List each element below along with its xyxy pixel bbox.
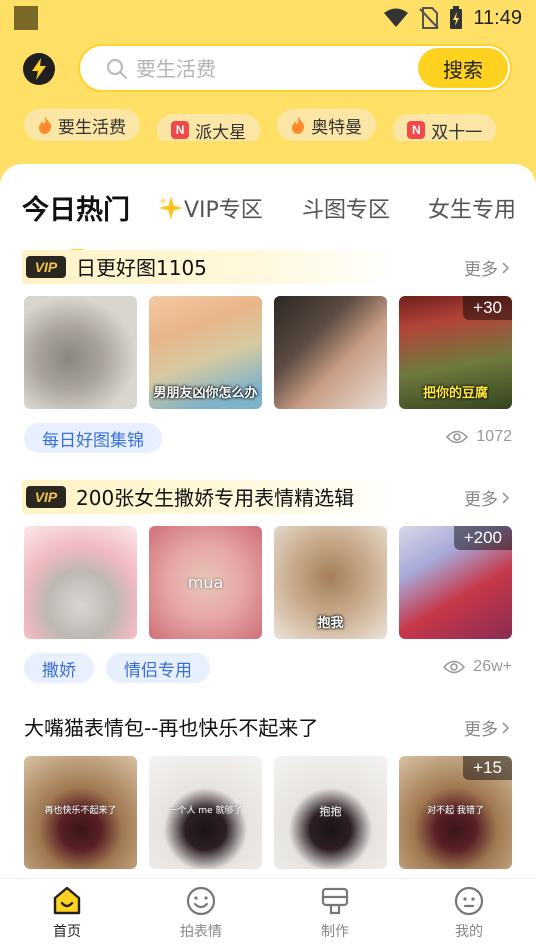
thumb-grid: mua 抱我 +200 xyxy=(24,526,512,640)
thumb-caption: 抱我 xyxy=(317,616,344,631)
meme-thumb[interactable]: +200 xyxy=(399,526,512,639)
tab-today-hot[interactable]: 今日热门 xyxy=(22,188,130,227)
hot-search-chips: 要生活费 N 派大星 奥特曼 N 双十一 xyxy=(24,109,536,141)
search-input[interactable] xyxy=(136,54,406,84)
tag-row: 每日好图集锦 xyxy=(24,423,162,453)
battery-icon xyxy=(450,6,463,29)
tag-row: 撒娇 情侣专用 xyxy=(24,653,210,683)
status-bar: 11:49 xyxy=(0,0,536,36)
thumb-caption: 把你的豆腐 xyxy=(422,386,488,401)
n-badge-icon: N xyxy=(171,121,190,139)
chip-label: 双十一 xyxy=(431,122,483,142)
nav-label: 制作 xyxy=(321,924,349,940)
view-count-value: 26w+ xyxy=(473,658,512,675)
tab-meme-battle[interactable]: 斗图专区 xyxy=(302,192,390,224)
eye-icon xyxy=(443,660,466,674)
more-label: 更多 xyxy=(464,720,498,740)
sparkle-icon xyxy=(159,196,183,220)
bottom-nav: 首页 拍表情 制作 我的 xyxy=(0,878,536,952)
make-icon xyxy=(321,887,349,915)
meme-thumb[interactable] xyxy=(24,296,137,409)
nav-home[interactable]: 首页 xyxy=(0,879,134,952)
chevron-right-icon xyxy=(502,261,510,274)
eye-icon xyxy=(446,430,469,444)
pack-section[interactable]: 大嘴猫表情包--再也快乐不起来了 更多 再也快乐不起来了 一个人 me 就够了 … xyxy=(0,710,536,869)
chip-hot-search[interactable]: 要生活费 xyxy=(24,109,140,141)
vip-badge: VIP xyxy=(26,486,66,508)
view-count-value: 1072 xyxy=(476,428,512,445)
flame-icon xyxy=(38,116,52,134)
more-count-badge: +200 xyxy=(453,526,512,550)
tag-chip[interactable]: 每日好图集锦 xyxy=(24,423,162,453)
thumb-caption: 一个人 me 就够了 xyxy=(168,806,243,817)
section-title: 大嘴猫表情包--再也快乐不起来了 xyxy=(24,716,319,740)
more-label: 更多 xyxy=(464,260,498,280)
chip-hot-search[interactable]: N 派大星 xyxy=(157,114,261,142)
chip-hot-search[interactable]: N 双十一 xyxy=(393,114,497,142)
n-badge-icon: N xyxy=(407,121,426,139)
more-count-badge: +30 xyxy=(463,296,512,320)
tab-label: VIP专区 xyxy=(184,198,263,223)
nav-label: 首页 xyxy=(53,924,81,940)
view-count: 1072 xyxy=(446,428,512,446)
view-count: 26w+ xyxy=(443,658,512,676)
meme-thumb[interactable]: 一个人 me 就够了 xyxy=(149,756,262,869)
meme-thumb[interactable]: +30 把你的豆腐 xyxy=(399,296,512,409)
nav-profile[interactable]: 我的 xyxy=(402,879,536,952)
more-label: 更多 xyxy=(464,490,498,510)
content-panel: 今日热门 VIP专区 斗图专区 女生专用 VIP 日更好图1105 更多 男朋友… xyxy=(0,164,536,952)
thumb-grid: 再也快乐不起来了 一个人 me 就够了 抱抱 +15 对不起 我错了 xyxy=(24,756,512,870)
thumb-caption: 男朋友凶你怎么办 xyxy=(153,386,258,401)
pack-section[interactable]: VIP 200张女生撒娇专用表情精选辑 更多 mua 抱我 +200 撒娇 情侣… xyxy=(0,480,536,683)
thumb-caption: 再也快乐不起来了 xyxy=(44,806,117,817)
section-title: 200张女生撒娇专用表情精选辑 xyxy=(76,486,355,510)
no-sim-icon xyxy=(419,7,440,29)
more-link[interactable]: 更多 xyxy=(464,255,510,280)
more-count-badge: +15 xyxy=(463,756,512,780)
nav-make[interactable]: 制作 xyxy=(268,879,402,952)
chip-label: 奥特曼 xyxy=(311,117,363,138)
section-title: 日更好图1105 xyxy=(76,256,207,280)
meme-thumb[interactable]: 男朋友凶你怎么办 xyxy=(149,296,262,409)
nav-shoot-meme[interactable]: 拍表情 xyxy=(134,879,268,952)
clock: 11:49 xyxy=(473,6,522,29)
thumb-caption: mua xyxy=(187,573,224,593)
chevron-right-icon xyxy=(502,491,510,504)
notification-icon xyxy=(14,6,38,30)
tab-girls[interactable]: 女生专用 xyxy=(428,192,516,224)
meme-thumb[interactable]: 抱抱 xyxy=(274,756,387,869)
vip-badge: VIP xyxy=(26,256,66,278)
tab-vip[interactable]: VIP专区 xyxy=(158,192,263,224)
nav-label: 我的 xyxy=(455,924,483,940)
meme-thumb[interactable] xyxy=(274,296,387,409)
search-icon xyxy=(106,58,128,80)
profile-icon xyxy=(454,886,484,916)
chip-label: 派大星 xyxy=(195,122,247,142)
chip-hot-search[interactable]: 奥特曼 xyxy=(277,109,377,141)
search-button[interactable]: 搜索 xyxy=(418,48,508,88)
more-link[interactable]: 更多 xyxy=(464,485,510,510)
tag-chip[interactable]: 情侣专用 xyxy=(106,653,210,683)
meme-thumb[interactable]: +15 对不起 我错了 xyxy=(399,756,512,869)
chevron-right-icon xyxy=(502,721,510,734)
meme-thumb[interactable] xyxy=(24,526,137,639)
thumb-grid: 男朋友凶你怎么办 +30 把你的豆腐 xyxy=(24,296,512,410)
flame-icon xyxy=(291,116,305,134)
meme-thumb[interactable]: 再也快乐不起来了 xyxy=(24,756,137,869)
home-icon xyxy=(53,886,81,915)
meme-thumb[interactable]: 抱我 xyxy=(274,526,387,639)
category-tabs: 今日热门 VIP专区 斗图专区 女生专用 xyxy=(0,186,536,254)
chip-label: 要生活费 xyxy=(58,117,126,138)
meme-thumb[interactable]: mua xyxy=(149,526,262,639)
more-link[interactable]: 更多 xyxy=(464,715,510,740)
search-bar[interactable]: 搜索 xyxy=(78,44,512,92)
flash-logo-icon[interactable] xyxy=(23,53,55,85)
thumb-caption: 抱抱 xyxy=(319,805,342,819)
thumb-caption: 对不起 我错了 xyxy=(427,806,484,817)
pack-section[interactable]: VIP 日更好图1105 更多 男朋友凶你怎么办 +30 把你的豆腐 每日好图集… xyxy=(0,250,536,453)
wifi-icon xyxy=(384,8,409,27)
nav-label: 拍表情 xyxy=(180,924,222,940)
smile-icon xyxy=(186,886,216,916)
tag-chip[interactable]: 撒娇 xyxy=(24,653,94,683)
